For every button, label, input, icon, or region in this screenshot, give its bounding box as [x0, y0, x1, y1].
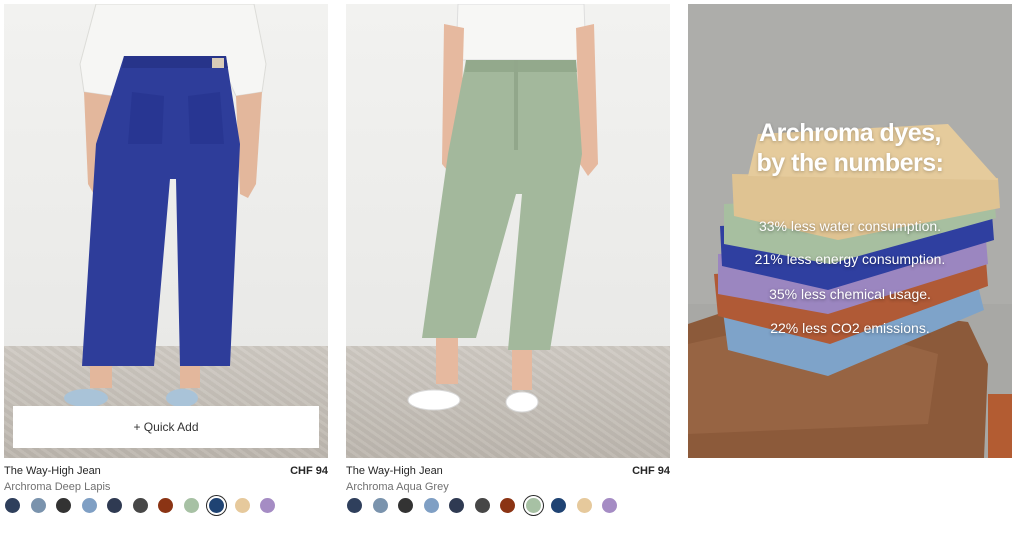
color-swatch[interactable] [132, 498, 148, 513]
product-image[interactable]: + Quick Add [4, 4, 328, 458]
product-price: CHF 94 [290, 465, 328, 477]
color-swatch[interactable] [398, 498, 413, 513]
color-swatch[interactable] [449, 498, 464, 513]
color-swatch[interactable] [474, 498, 490, 513]
color-swatch[interactable] [107, 498, 122, 513]
color-swatch[interactable] [500, 498, 515, 513]
product-card[interactable]: + Quick Add The Way-High Jean Archroma D… [4, 4, 328, 502]
color-swatch[interactable] [602, 498, 617, 513]
color-swatches [4, 498, 328, 516]
stat-energy: 21% less energy consumption. [754, 251, 946, 267]
product-color-name: Archroma Deep Lapis [4, 481, 111, 493]
color-swatch[interactable] [525, 498, 541, 513]
color-swatch[interactable] [5, 498, 20, 513]
stat-co2: 22% less CO2 emissions. [770, 320, 930, 336]
color-swatch[interactable] [372, 498, 388, 513]
color-swatch[interactable] [347, 498, 362, 513]
color-swatch[interactable] [260, 498, 275, 513]
color-swatch[interactable] [56, 498, 71, 513]
color-swatch[interactable] [183, 498, 199, 513]
product-color-name: Archroma Aqua Grey [346, 481, 449, 493]
product-price: CHF 94 [632, 465, 670, 477]
product-info: The Way-High Jean Archroma Aqua Grey CHF… [346, 462, 670, 502]
product-info: The Way-High Jean Archroma Deep Lapis CH… [4, 462, 328, 502]
quick-add-button[interactable]: + Quick Add [13, 406, 319, 448]
color-swatch[interactable] [81, 498, 97, 513]
product-name[interactable]: The Way-High Jean [4, 465, 101, 477]
color-swatch[interactable] [30, 498, 46, 513]
color-swatch[interactable] [209, 498, 224, 513]
promo-title-line: by the numbers: [756, 149, 944, 177]
product-image[interactable] [346, 4, 670, 458]
stat-chemical: 35% less chemical usage. [769, 286, 931, 302]
promo-tile: Archroma dyes, by the numbers: 33% less … [688, 4, 1012, 458]
model-aqua-grey-illustration [407, 4, 598, 413]
product-card[interactable]: The Way-High Jean Archroma Aqua Grey CHF… [346, 4, 670, 502]
color-swatches [346, 498, 670, 516]
color-swatch[interactable] [576, 498, 592, 513]
color-swatch[interactable] [158, 498, 173, 513]
color-swatch[interactable] [234, 498, 250, 513]
stat-water: 33% less water consumption. [758, 218, 942, 234]
color-swatch[interactable] [551, 498, 566, 513]
model-deep-lapis-illustration [64, 4, 267, 407]
promo-title: Archroma dyes, by the numbers: [688, 118, 1012, 178]
promo-title-line: Archroma dyes, [759, 119, 941, 147]
product-name[interactable]: The Way-High Jean [346, 465, 443, 477]
color-swatch[interactable] [423, 498, 439, 513]
